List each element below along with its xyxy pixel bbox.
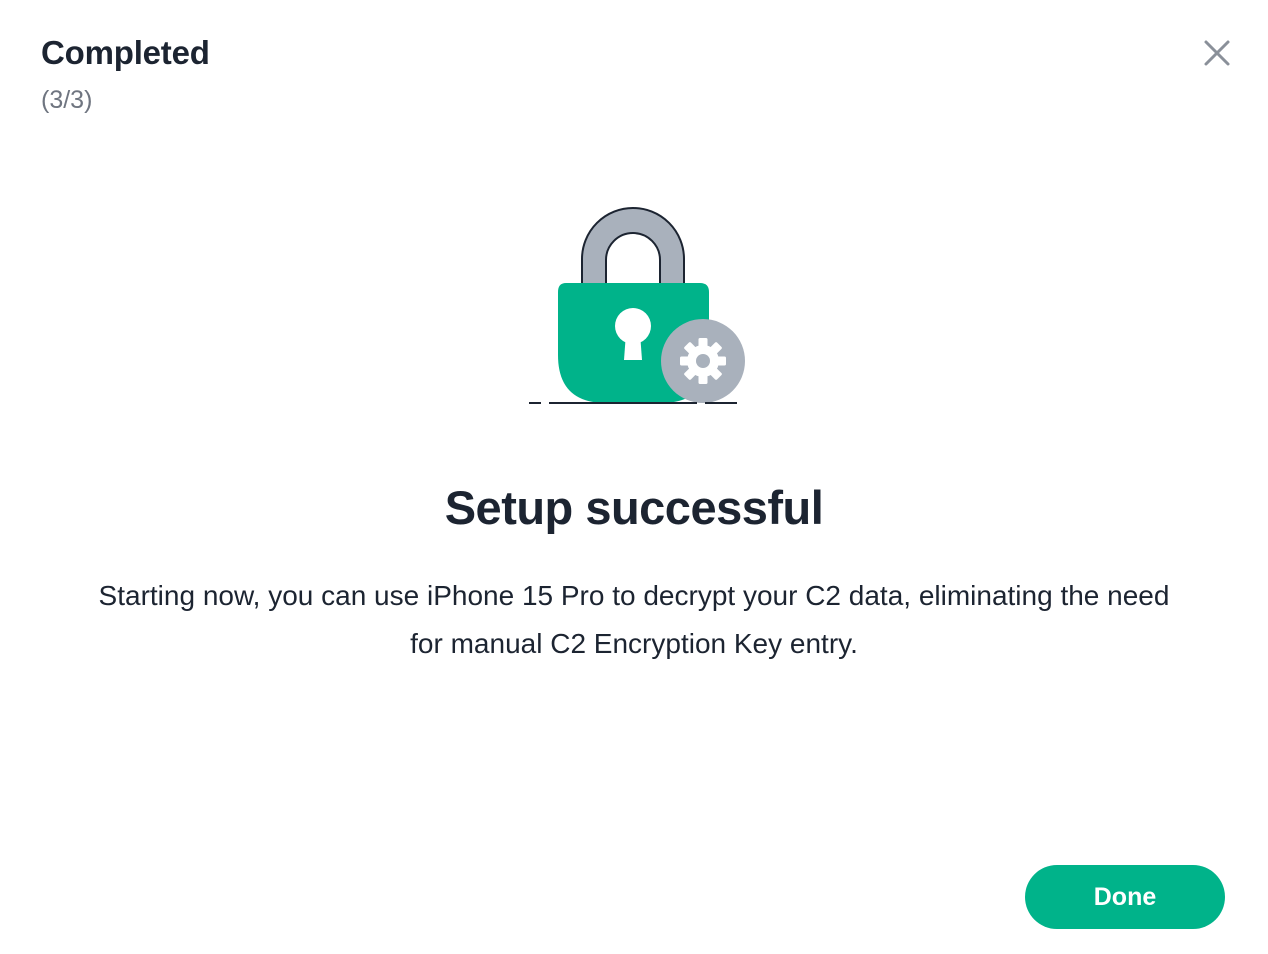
close-icon [1204, 40, 1230, 66]
dialog-title: Completed [41, 34, 210, 71]
success-title: Setup successful [444, 481, 824, 534]
padlock-icon [529, 207, 745, 404]
success-description: Starting now, you can use iPhone 15 Pro … [98, 580, 1170, 659]
step-indicator: (3/3) [41, 86, 93, 114]
gear-icon [661, 319, 745, 403]
lock-illustration [520, 205, 750, 415]
done-button[interactable]: Done [1025, 865, 1225, 929]
setup-dialog: Completed (3/3) Setup successful Startin… [0, 0, 1268, 954]
close-button[interactable] [1196, 32, 1238, 74]
